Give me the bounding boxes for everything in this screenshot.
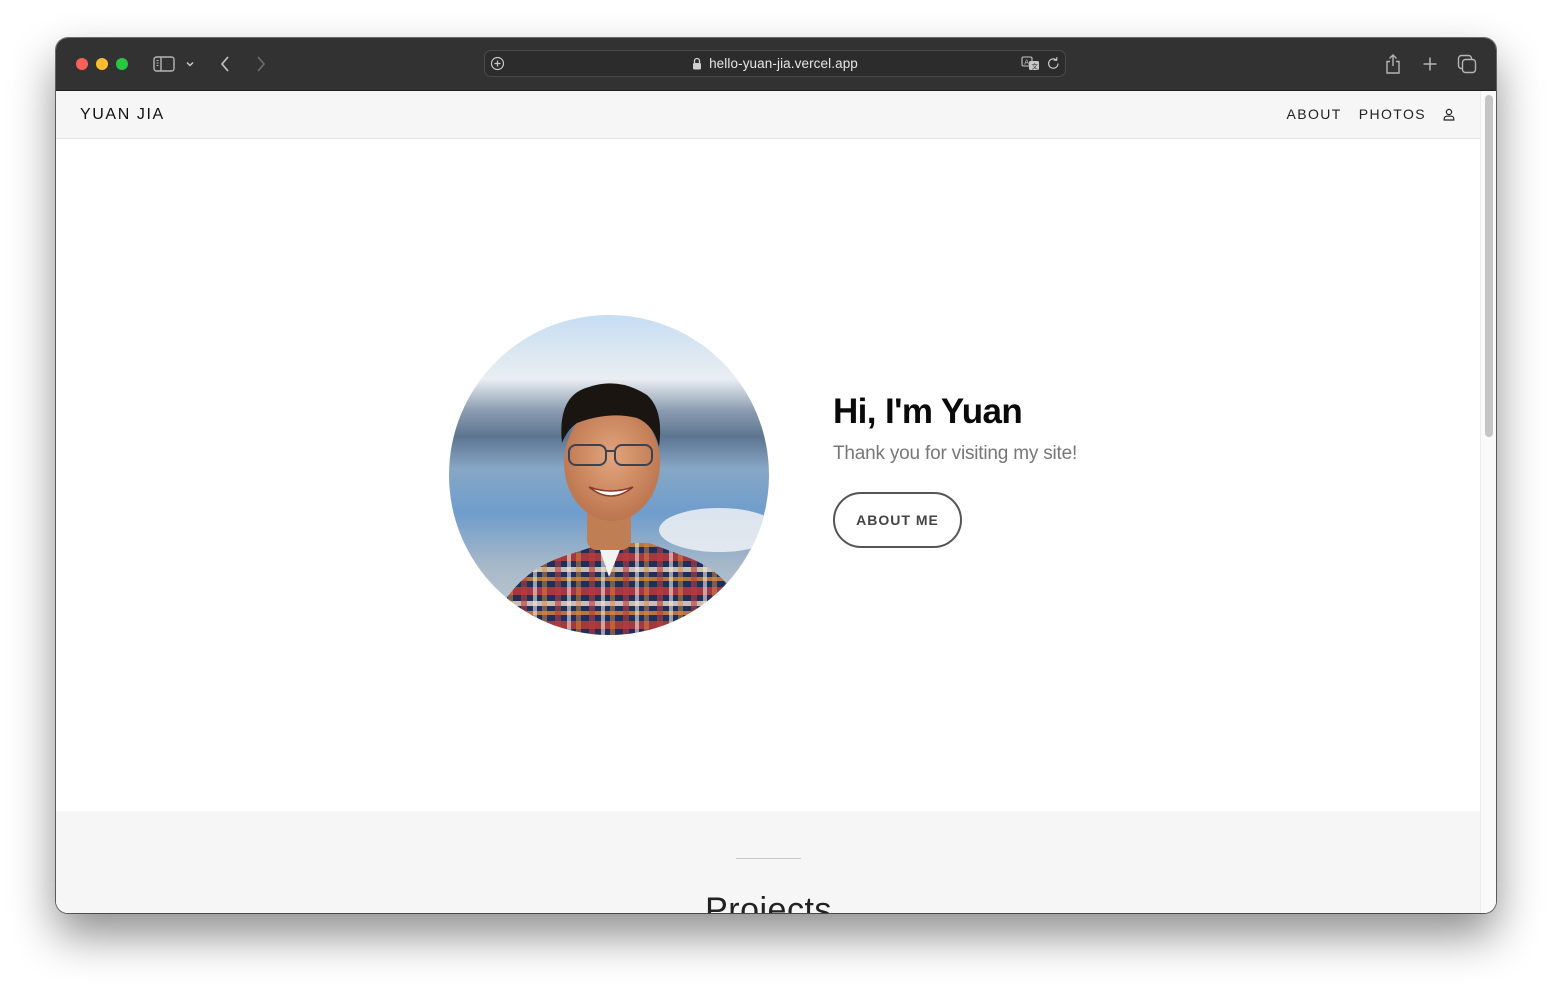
minimize-window-button[interactable] [96, 58, 108, 70]
nav-link-photos[interactable]: PHOTOS [1359, 106, 1426, 122]
user-icon[interactable] [1443, 107, 1457, 121]
browser-toolbar: hello-yuan-jia.vercel.app A文 [56, 38, 1496, 91]
new-tab-button[interactable] [1420, 52, 1440, 76]
chevron-down-icon[interactable] [183, 52, 197, 76]
plus-icon [1423, 57, 1437, 71]
share-button[interactable] [1382, 52, 1404, 76]
hero-section: Hi, I'm Yuan Thank you for visiting my s… [56, 139, 1481, 811]
projects-heading: Projects [705, 891, 832, 913]
projects-section: Projects [56, 811, 1481, 913]
avatar [449, 315, 769, 635]
hero-text: Hi, I'm Yuan Thank you for visiting my s… [833, 391, 1077, 548]
nav-links: ABOUT PHOTOS [1287, 106, 1458, 122]
scrollbar[interactable] [1480, 91, 1496, 913]
profile-photo [449, 315, 769, 635]
site-navbar: YUAN JIA ABOUT PHOTOS [56, 91, 1481, 139]
lock-icon [693, 57, 702, 70]
forward-button[interactable] [252, 52, 270, 76]
chevron-right-icon [257, 56, 266, 72]
hero-subtitle: Thank you for visiting my site! [833, 443, 1078, 464]
tabs-icon [1457, 54, 1477, 74]
nav-link-about[interactable]: ABOUT [1287, 106, 1342, 122]
url-text[interactable]: hello-yuan-jia.vercel.app [709, 56, 858, 71]
close-window-button[interactable] [76, 58, 88, 70]
hero-title: Hi, I'm Yuan [833, 392, 1023, 431]
svg-text:文: 文 [1032, 61, 1039, 70]
translate-icon[interactable]: A文 [1021, 56, 1041, 71]
chevron-left-icon [220, 56, 229, 72]
back-button[interactable] [216, 52, 234, 76]
browser-window: hello-yuan-jia.vercel.app A文 YUAN JIA AB… [56, 38, 1496, 913]
about-me-button[interactable]: ABOUT ME [833, 492, 962, 548]
tab-overview-button[interactable] [1456, 52, 1478, 76]
site-brand[interactable]: YUAN JIA [80, 106, 165, 124]
svg-text:A: A [1024, 58, 1029, 66]
reload-icon[interactable] [1046, 56, 1061, 71]
section-divider [736, 858, 801, 859]
sidebar-icon[interactable] [152, 52, 176, 76]
scrollbar-thumb[interactable] [1485, 95, 1493, 437]
address-bar[interactable]: hello-yuan-jia.vercel.app A文 [484, 50, 1066, 77]
share-icon [1386, 54, 1400, 74]
page-viewport: YUAN JIA ABOUT PHOTOS Hi, I'm Yuan Thank… [56, 91, 1496, 913]
zoom-window-button[interactable] [116, 58, 128, 70]
